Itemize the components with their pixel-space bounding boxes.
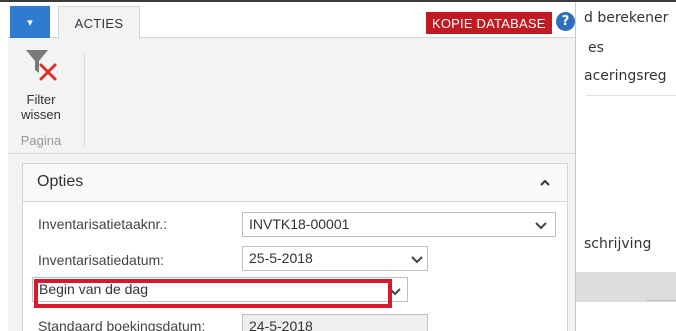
field-label-datum: Inventarisatiedatum:	[38, 252, 165, 268]
app-menu-button[interactable]: ▾	[10, 6, 50, 38]
background-divider	[586, 95, 676, 96]
ribbon-group-label: Pagina	[20, 133, 62, 148]
report-request-dialog: ▾ ACTIES KOPIE DATABASE ? Filter wissen …	[8, 2, 576, 331]
background-gray-bar	[576, 272, 676, 302]
chevron-down-icon: ▾	[27, 15, 33, 29]
tab-acties[interactable]: ACTIES	[58, 6, 140, 39]
filter-label-line2: wissen	[21, 107, 61, 122]
inventarisatiedatum-input[interactable]: 25-5-2018	[242, 246, 428, 271]
database-badge: KOPIE DATABASE	[426, 12, 552, 34]
ribbon-group-separator	[84, 53, 85, 147]
filter-label-line1: Filter	[26, 92, 56, 107]
field-label-taaknr: Inventarisatietaaknr.:	[38, 216, 168, 232]
help-icon[interactable]: ?	[556, 12, 575, 31]
clear-filter-icon	[26, 50, 57, 81]
background-text-2: es	[588, 40, 604, 56]
chevron-up-icon[interactable]	[537, 175, 553, 191]
options-title: Opties	[37, 173, 84, 190]
ribbon-body: Filter wissen Pagina	[8, 39, 575, 154]
background-text-3: aceringsreg	[584, 68, 667, 84]
inventarisatiedatum-value: 25-5-2018	[249, 250, 313, 266]
options-fasttab-header[interactable]: Opties	[23, 164, 567, 202]
inventarisatietaaknr-input[interactable]: INVTK18-00001	[242, 212, 556, 237]
chevron-down-icon[interactable]	[534, 221, 548, 231]
field-label-boekingsdatum: Standaard boekingsdatum:	[38, 318, 206, 331]
boekingsdatum-input[interactable]: 24-5-2018	[242, 314, 428, 331]
chevron-down-icon[interactable]	[410, 255, 424, 265]
filter-wissen-label: Filter wissen	[12, 92, 70, 122]
background-text-1: d berekener	[584, 10, 669, 26]
background-line	[646, 300, 676, 301]
boekingsdatum-value: 24-5-2018	[249, 318, 313, 331]
background-text-4: schrijving	[584, 236, 652, 252]
ribbon-tab-bar: ▾ ACTIES KOPIE DATABASE ?	[8, 2, 575, 39]
annotation-highlight-box	[34, 279, 392, 308]
inventarisatietaaknr-value: INVTK18-00001	[249, 216, 350, 232]
